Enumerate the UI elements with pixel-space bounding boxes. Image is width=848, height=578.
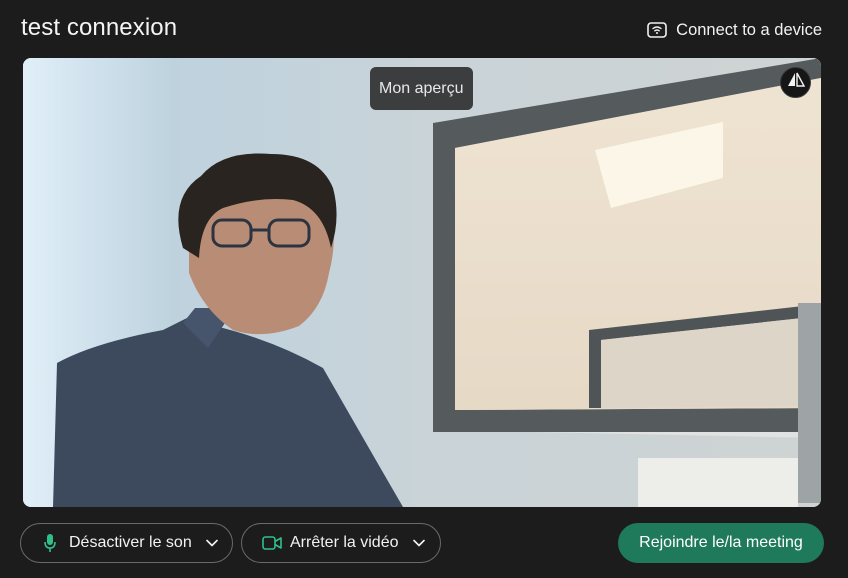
join-meeting-button[interactable]: Rejoindre le/la meeting	[618, 523, 824, 563]
mute-audio-label: Désactiver le son	[69, 534, 192, 551]
cast-device-icon	[647, 22, 667, 38]
connect-device-label: Connect to a device	[676, 20, 822, 39]
connect-device-button[interactable]: Connect to a device	[647, 14, 822, 46]
preview-label: Mon aperçu	[370, 67, 473, 110]
stop-video-label: Arrêter la vidéo	[290, 534, 399, 551]
mirror-flip-icon	[787, 72, 805, 93]
camera-feed-image	[23, 58, 821, 507]
chevron-down-icon[interactable]	[205, 539, 218, 547]
meeting-title: test connexion	[21, 14, 178, 41]
self-video-preview: Mon aperçu	[23, 58, 821, 507]
stop-video-button[interactable]: Arrêter la vidéo	[241, 523, 441, 563]
video-camera-icon	[262, 536, 282, 550]
microphone-icon	[41, 533, 59, 553]
mirror-video-button[interactable]	[780, 67, 811, 98]
mute-audio-button[interactable]: Désactiver le son	[20, 523, 233, 563]
chevron-down-icon[interactable]	[412, 539, 425, 547]
